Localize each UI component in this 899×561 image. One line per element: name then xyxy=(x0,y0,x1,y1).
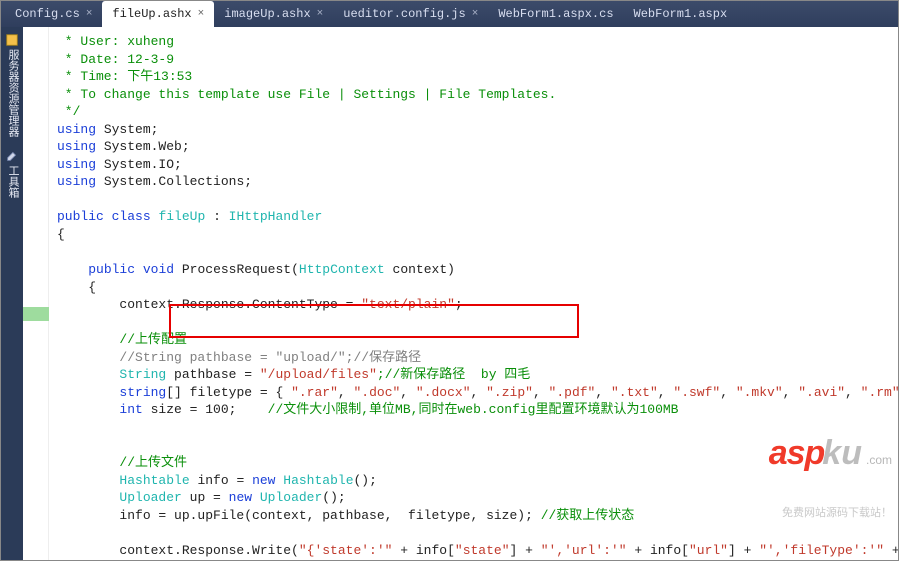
sidebar: 服务器资源管理器工具箱 xyxy=(1,27,23,560)
tab-ueditor-config-js[interactable]: ueditor.config.js × xyxy=(333,1,488,27)
tab-label: WebForm1.aspx xyxy=(634,7,728,21)
ide-window: Config.cs×fileUp.ashx×imageUp.ashx×uedit… xyxy=(0,0,899,561)
change-marker xyxy=(23,307,49,321)
wrench-icon xyxy=(5,149,19,163)
sidetab-label: 工具箱 xyxy=(4,165,20,198)
gutter xyxy=(23,27,49,560)
tab-WebForm1-aspx-cs[interactable]: WebForm1.aspx.cs xyxy=(488,1,623,27)
workbench: 服务器资源管理器工具箱 * User: xuheng * Date: 12-3-… xyxy=(1,27,898,560)
tab-label: WebForm1.aspx.cs xyxy=(498,7,613,21)
close-icon[interactable]: × xyxy=(198,8,205,20)
sidetab-label: 服务器资源管理器 xyxy=(4,49,20,137)
sidetab-toolbox[interactable]: 工具箱 xyxy=(1,143,23,204)
close-icon[interactable]: × xyxy=(472,8,479,20)
tab-WebForm1-aspx[interactable]: WebForm1.aspx xyxy=(624,1,738,27)
sidetab-server-explorer[interactable]: 服务器资源管理器 xyxy=(1,27,23,143)
code-editor[interactable]: * User: xuheng * Date: 12-3-9 * Time: 下午… xyxy=(49,27,898,560)
code-block[interactable]: * User: xuheng * Date: 12-3-9 * Time: 下午… xyxy=(57,33,898,559)
close-icon[interactable]: × xyxy=(317,8,324,20)
tab-imageUp-ashx[interactable]: imageUp.ashx × xyxy=(214,1,333,27)
document-tabs: Config.cs×fileUp.ashx×imageUp.ashx×uedit… xyxy=(1,1,898,27)
close-icon[interactable]: × xyxy=(86,8,93,20)
tab-label: Config.cs xyxy=(15,7,80,21)
tab-label: ueditor.config.js xyxy=(343,7,465,21)
tab-label: imageUp.ashx xyxy=(224,7,310,21)
tab-fileUp-ashx[interactable]: fileUp.ashx × xyxy=(102,1,214,27)
tab-Config-cs[interactable]: Config.cs × xyxy=(5,1,102,27)
db-icon xyxy=(5,33,19,47)
tab-label: fileUp.ashx xyxy=(112,7,191,21)
